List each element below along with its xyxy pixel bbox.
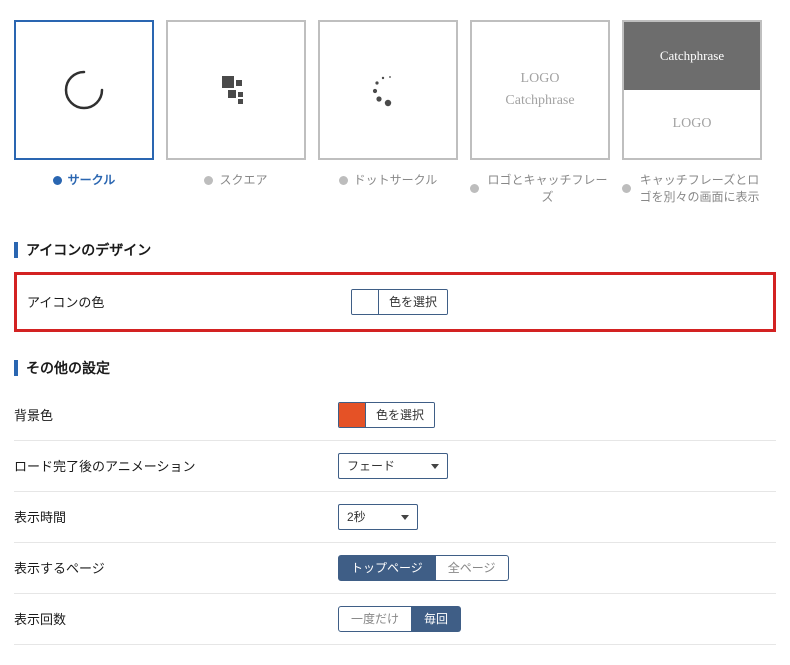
style-label-square[interactable]: スクエア	[204, 172, 267, 189]
square-spinner-icon	[216, 72, 256, 108]
bg-color-label: 背景色	[14, 405, 338, 424]
radio-dot-icon	[470, 184, 479, 193]
icon-color-highlight: アイコンの色 色を選択	[14, 272, 776, 332]
radio-dot-icon	[339, 176, 348, 185]
pages-option-all[interactable]: 全ページ	[436, 555, 509, 581]
duration-label: 表示時間	[14, 507, 338, 526]
circle-spinner-icon	[61, 67, 107, 113]
dot-circle-spinner-icon	[368, 70, 408, 110]
animation-label: ロード完了後のアニメーション	[14, 456, 338, 475]
count-option-every[interactable]: 毎回	[412, 606, 461, 632]
duration-select[interactable]: 2秒	[338, 504, 418, 530]
radio-dot-icon	[204, 176, 213, 185]
style-options: サークル スクエア	[14, 20, 776, 206]
count-segment: 一度だけ 毎回	[338, 606, 461, 632]
bg-color-button[interactable]: 色を選択	[365, 403, 434, 427]
section-title-icon-design: アイコンのデザイン	[14, 240, 776, 260]
count-option-once[interactable]: 一度だけ	[338, 606, 412, 632]
pages-segment: トップページ 全ページ	[338, 555, 509, 581]
icon-color-picker[interactable]: 色を選択	[351, 289, 448, 315]
split-bottom-preview: LOGO	[624, 90, 760, 158]
pages-label: 表示するページ	[14, 558, 338, 577]
icon-color-button[interactable]: 色を選択	[378, 290, 447, 314]
style-card-square[interactable]	[166, 20, 306, 160]
style-label-logo-catchphrase[interactable]: ロゴとキャッチフレーズ	[470, 172, 610, 206]
pages-option-top[interactable]: トップページ	[338, 555, 436, 581]
radio-dot-icon	[622, 184, 631, 193]
style-label-split-screens[interactable]: キャッチフレーズとロゴを別々の画面に表示	[622, 172, 762, 206]
style-card-logo-catchphrase[interactable]: LOGO Catchphrase	[470, 20, 610, 160]
count-label: 表示回数	[14, 609, 338, 628]
animation-select[interactable]: フェード	[338, 453, 448, 479]
icon-color-label: アイコンの色	[27, 292, 351, 311]
bg-color-picker[interactable]: 色を選択	[338, 402, 435, 428]
style-card-dotcircle[interactable]	[318, 20, 458, 160]
logo-preview: LOGO Catchphrase	[505, 68, 574, 113]
section-title-other: その他の設定	[14, 358, 776, 378]
radio-dot-icon	[53, 176, 62, 185]
style-card-split-screens[interactable]: Catchphrase LOGO	[622, 20, 762, 160]
bg-color-swatch	[339, 403, 365, 427]
style-label-circle[interactable]: サークル	[53, 172, 116, 189]
icon-color-swatch	[352, 290, 378, 314]
style-card-circle[interactable]	[14, 20, 154, 160]
style-label-dotcircle[interactable]: ドットサークル	[339, 172, 438, 189]
split-top-preview: Catchphrase	[624, 22, 760, 90]
